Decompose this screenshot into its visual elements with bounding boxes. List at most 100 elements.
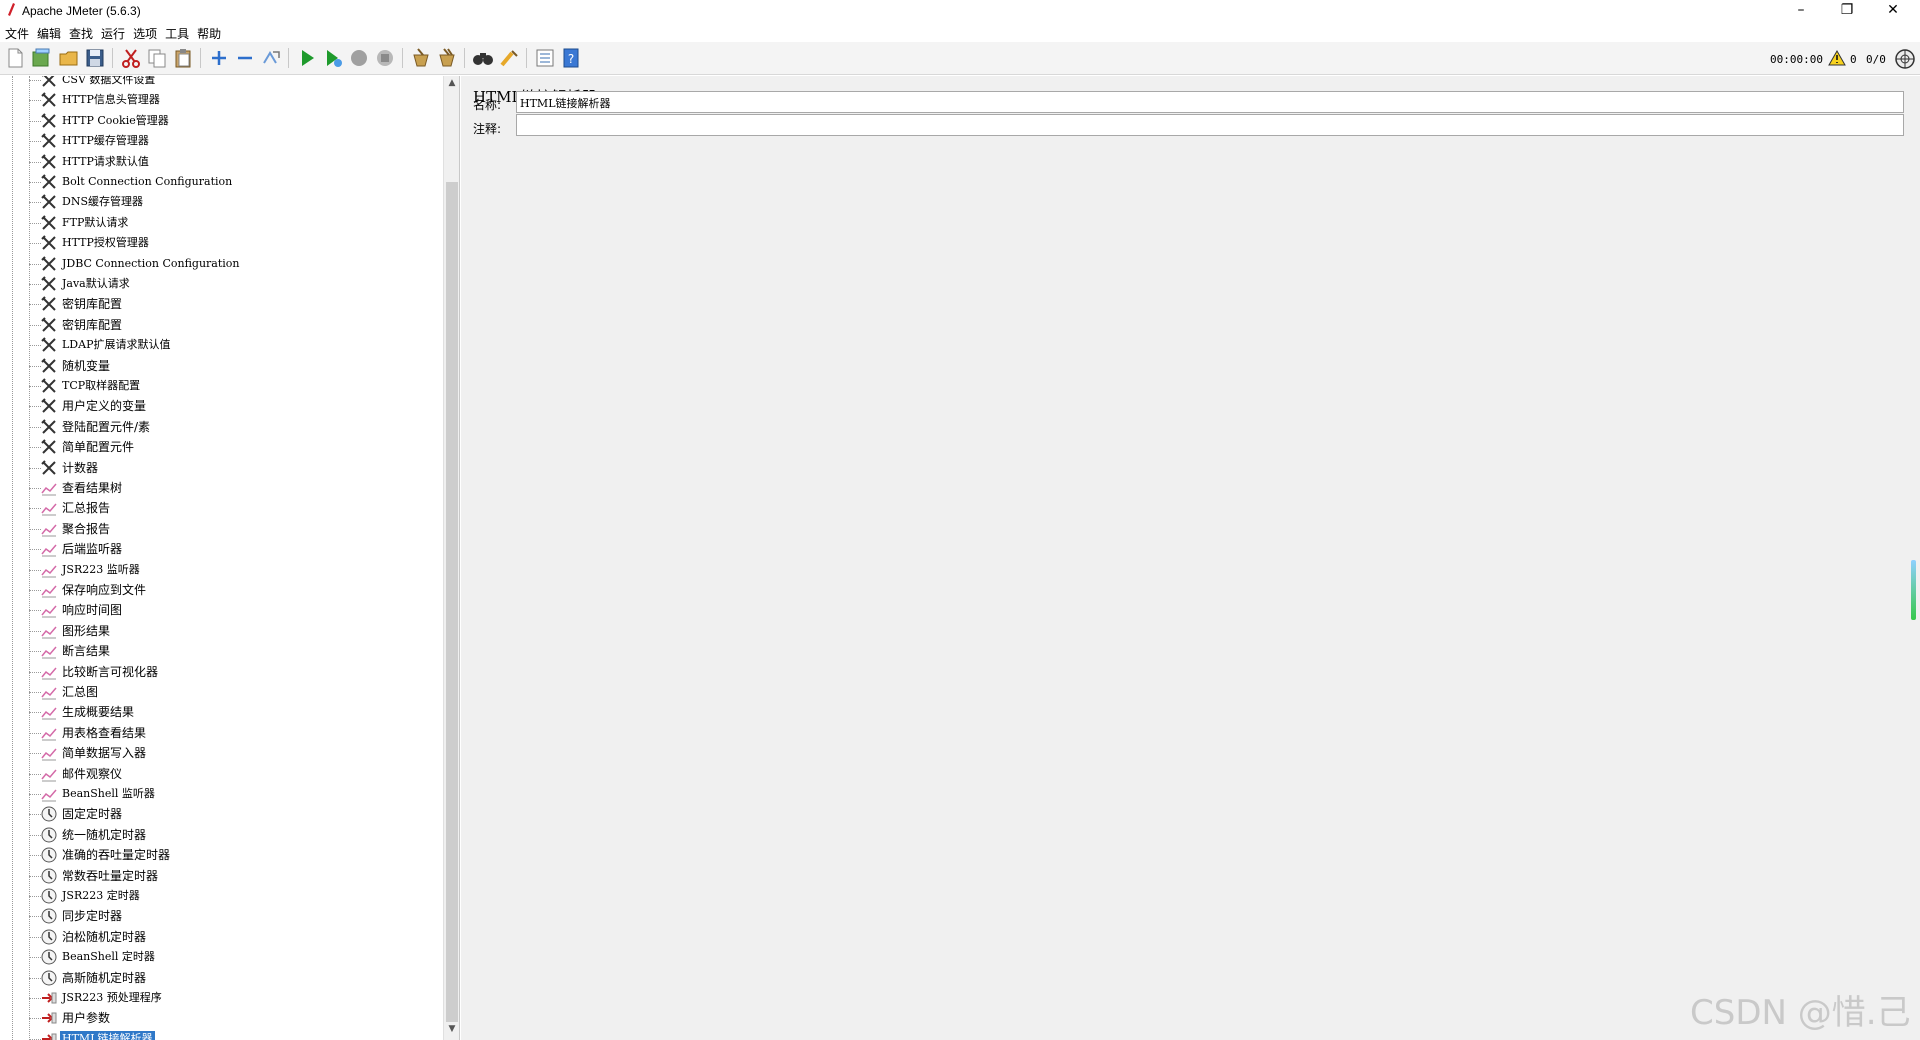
tree-item[interactable]: HTTP授权管理器 bbox=[0, 233, 443, 253]
tree-item[interactable]: 图形结果 bbox=[0, 621, 443, 641]
tree-item[interactable]: BeanShell 监听器 bbox=[0, 784, 443, 804]
warning-icon[interactable] bbox=[1828, 50, 1846, 66]
tree-item[interactable]: 密钥库配置 bbox=[0, 315, 443, 335]
menu-edit[interactable]: 编辑 bbox=[32, 22, 64, 42]
scroll-thumb[interactable] bbox=[446, 182, 458, 1022]
tree-item[interactable]: 响应时间图 bbox=[0, 600, 443, 620]
tree-item[interactable]: 登陆配置元件/素 bbox=[0, 417, 443, 437]
timer-icon bbox=[40, 826, 58, 844]
menu-options[interactable]: 选项 bbox=[128, 22, 160, 42]
minimize-button[interactable]: – bbox=[1778, 0, 1824, 22]
menu-help[interactable]: 帮助 bbox=[192, 22, 224, 42]
tree-item-label: LDAP扩展请求默认值 bbox=[62, 338, 171, 352]
new-icon[interactable] bbox=[4, 47, 26, 69]
active-threads: 0/0 bbox=[1866, 53, 1886, 66]
tree-item-label: 固定定时器 bbox=[62, 807, 123, 822]
tree-item[interactable]: HTTP信息头管理器 bbox=[0, 90, 443, 110]
tree-item[interactable]: 后端监听器 bbox=[0, 539, 443, 559]
listener-icon bbox=[40, 785, 58, 803]
cut-icon[interactable] bbox=[120, 47, 142, 69]
menu-tools[interactable]: 工具 bbox=[160, 22, 192, 42]
tree-item[interactable]: CSV 数据文件设置 bbox=[0, 76, 443, 90]
expand-icon[interactable] bbox=[208, 47, 230, 69]
tree-item[interactable]: 用户参数 bbox=[0, 1008, 443, 1028]
tree-item[interactable]: 比较断言可视化器 bbox=[0, 662, 443, 682]
tree-item[interactable]: TCP取样器配置 bbox=[0, 376, 443, 396]
config-element-icon bbox=[40, 418, 58, 436]
tree-item[interactable]: LDAP扩展请求默认值 bbox=[0, 335, 443, 355]
tree-item[interactable]: 简单数据写入器 bbox=[0, 743, 443, 763]
tree-item[interactable]: HTTP缓存管理器 bbox=[0, 131, 443, 151]
stop-icon[interactable] bbox=[348, 47, 370, 69]
tree-item[interactable]: 简单配置元件 bbox=[0, 437, 443, 457]
tree-scrollbar[interactable]: ▲ ▼ bbox=[443, 76, 459, 1040]
tree-item[interactable]: 泊松随机定时器 bbox=[0, 927, 443, 947]
tree-item[interactable]: FTP默认请求 bbox=[0, 213, 443, 233]
restore-button[interactable]: ❐ bbox=[1824, 0, 1870, 22]
close-button[interactable]: ✕ bbox=[1870, 0, 1916, 22]
listener-icon bbox=[40, 561, 58, 579]
tree-item[interactable]: 聚合报告 bbox=[0, 519, 443, 539]
paste-icon[interactable] bbox=[172, 47, 194, 69]
clear-all-icon[interactable] bbox=[436, 47, 458, 69]
tree-item[interactable]: 准确的吞吐量定时器 bbox=[0, 845, 443, 865]
tree-item[interactable]: 密钥库配置 bbox=[0, 294, 443, 314]
start-no-pause-icon[interactable] bbox=[322, 47, 344, 69]
test-plan-tree[interactable]: CSV 数据文件设置 HTTP信息头管理器 HTTP Cookie管理器 HTTP缓存… bbox=[0, 76, 460, 1040]
tree-item[interactable]: JSR223 预处理程序 bbox=[0, 988, 443, 1008]
tree-item[interactable]: JDBC Connection Configuration bbox=[0, 254, 443, 274]
tree-item[interactable]: 统一随机定时器 bbox=[0, 825, 443, 845]
tree-item[interactable]: 生成概要结果 bbox=[0, 702, 443, 722]
tree-item[interactable]: HTTP请求默认值 bbox=[0, 152, 443, 172]
tree-item[interactable]: 固定定时器 bbox=[0, 804, 443, 824]
tree-item[interactable]: Bolt Connection Configuration bbox=[0, 172, 443, 192]
copy-icon[interactable] bbox=[146, 47, 168, 69]
tree-item[interactable]: 查看结果树 bbox=[0, 478, 443, 498]
tree-item[interactable]: DNS缓存管理器 bbox=[0, 192, 443, 212]
menu-run[interactable]: 运行 bbox=[96, 22, 128, 42]
timer-icon bbox=[40, 846, 58, 864]
tree-item[interactable]: 用表格查看结果 bbox=[0, 723, 443, 743]
globe-icon bbox=[1895, 49, 1915, 69]
help-icon[interactable]: ? bbox=[560, 47, 582, 69]
save-icon[interactable] bbox=[84, 47, 106, 69]
tree-item[interactable]: 计数器 bbox=[0, 458, 443, 478]
tree-item[interactable]: Java默认请求 bbox=[0, 274, 443, 294]
tree-item[interactable]: 汇总图 bbox=[0, 682, 443, 702]
scroll-down-arrow-icon[interactable]: ▼ bbox=[444, 1024, 460, 1038]
clear-icon[interactable] bbox=[410, 47, 432, 69]
tree-item[interactable]: JSR223 定时器 bbox=[0, 886, 443, 906]
open-icon[interactable] bbox=[58, 47, 80, 69]
tree-item[interactable]: HTML链接解析器 bbox=[0, 1029, 443, 1040]
listener-icon bbox=[40, 663, 58, 681]
tree-item[interactable]: 汇总报告 bbox=[0, 498, 443, 518]
function-helper-icon[interactable] bbox=[534, 47, 556, 69]
reset-search-icon[interactable] bbox=[498, 47, 520, 69]
search-icon[interactable] bbox=[472, 47, 494, 69]
timer-icon bbox=[40, 928, 58, 946]
name-field[interactable]: HTML链接解析器 bbox=[516, 91, 1904, 113]
tree-item[interactable]: 高斯随机定时器 bbox=[0, 968, 443, 988]
tree-item[interactable]: 保存响应到文件 bbox=[0, 580, 443, 600]
menu-file[interactable]: 文件 bbox=[0, 22, 32, 42]
tree-item-label: JSR223 定时器 bbox=[62, 889, 140, 902]
templates-icon[interactable] bbox=[30, 47, 52, 69]
toggle-icon[interactable] bbox=[260, 47, 282, 69]
tree-item[interactable]: BeanShell 定时器 bbox=[0, 947, 443, 967]
tree-item[interactable]: 同步定时器 bbox=[0, 906, 443, 926]
tree-item[interactable]: 邮件观察仪 bbox=[0, 764, 443, 784]
tree-item[interactable]: 随机变量 bbox=[0, 356, 443, 376]
tree-item[interactable]: 断言结果 bbox=[0, 641, 443, 661]
config-element-icon bbox=[40, 132, 58, 150]
tree-item[interactable]: 用户定义的变量 bbox=[0, 396, 443, 416]
tree-item[interactable]: HTTP Cookie管理器 bbox=[0, 111, 443, 131]
comment-field[interactable] bbox=[516, 114, 1904, 136]
start-icon[interactable] bbox=[296, 47, 318, 69]
menu-search[interactable]: 查找 bbox=[64, 22, 96, 42]
tree-item[interactable]: 常数吞吐量定时器 bbox=[0, 866, 443, 886]
shutdown-icon[interactable] bbox=[374, 47, 396, 69]
timer-icon bbox=[40, 948, 58, 966]
tree-item[interactable]: JSR223 监听器 bbox=[0, 560, 443, 580]
scroll-up-arrow-icon[interactable]: ▲ bbox=[444, 78, 460, 92]
collapse-icon[interactable] bbox=[234, 47, 256, 69]
